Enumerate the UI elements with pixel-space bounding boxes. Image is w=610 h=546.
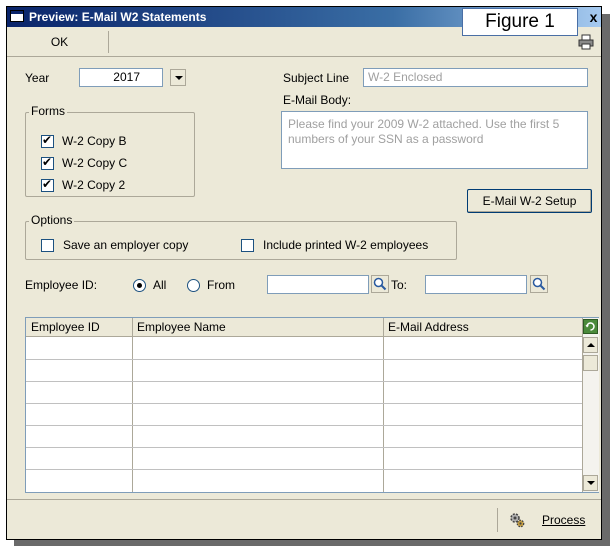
email-w2-setup-button[interactable]: E-Mail W-2 Setup xyxy=(467,189,592,213)
checkbox-include-printed-label: Include printed W-2 employees xyxy=(263,238,429,252)
gear-icon xyxy=(510,513,525,528)
grid-col-email-address[interactable]: E-Mail Address xyxy=(388,320,469,334)
checkbox-w2-copy-b[interactable] xyxy=(41,134,54,148)
preview-window: Preview: E-Mail W2 Statements Figure 1 x… xyxy=(6,6,602,540)
ok-button[interactable]: OK xyxy=(11,31,109,53)
grid-header: Employee ID Employee Name E-Mail Address xyxy=(26,318,582,337)
grid-col-divider xyxy=(132,318,133,492)
employee-from-input[interactable] xyxy=(267,275,369,294)
checkbox-include-printed[interactable] xyxy=(241,239,254,252)
radio-from-label: From xyxy=(207,278,235,292)
table-row[interactable] xyxy=(26,469,582,470)
radio-from[interactable] xyxy=(187,279,200,292)
employee-grid[interactable]: Employee ID Employee Name E-Mail Address xyxy=(25,317,599,493)
employee-id-label: Employee ID: xyxy=(25,278,98,292)
checkbox-w2-copy-c[interactable] xyxy=(41,156,54,170)
scroll-up-icon[interactable] xyxy=(583,337,598,353)
close-icon[interactable]: x xyxy=(586,8,601,26)
process-button[interactable]: Process xyxy=(497,508,597,532)
table-row[interactable] xyxy=(26,381,582,382)
email-body-textarea[interactable]: Please find your 2009 W-2 attached. Use … xyxy=(281,111,588,169)
status-bar: Process xyxy=(7,499,601,539)
figure-label: Figure 1 xyxy=(462,8,578,36)
table-row[interactable] xyxy=(26,425,582,426)
forms-group-title: Forms xyxy=(29,104,67,118)
checkbox-w2-copy-b-label: W-2 Copy B xyxy=(62,134,127,148)
window-title: Preview: E-Mail W2 Statements xyxy=(29,10,207,24)
window-icon xyxy=(10,10,24,22)
radio-all[interactable] xyxy=(133,279,146,292)
from-lookup-icon[interactable] xyxy=(371,275,389,293)
checkbox-w2-copy-2-label: W-2 Copy 2 xyxy=(62,178,126,192)
to-label: To: xyxy=(391,278,408,292)
checkbox-w2-copy-2[interactable] xyxy=(41,178,54,192)
checkbox-save-employer-copy-label: Save an employer copy xyxy=(63,238,189,252)
subject-line-input[interactable]: W-2 Enclosed xyxy=(363,68,588,87)
grid-col-employee-id[interactable]: Employee ID xyxy=(31,320,100,334)
email-body-label: E-Mail Body: xyxy=(283,93,352,107)
to-lookup-icon[interactable] xyxy=(530,275,548,293)
table-row[interactable] xyxy=(26,359,582,360)
scroll-down-icon[interactable] xyxy=(583,475,598,491)
year-label: Year xyxy=(25,71,50,85)
process-label: Process xyxy=(542,513,586,527)
grid-col-employee-name[interactable]: Employee Name xyxy=(137,320,226,334)
checkbox-w2-copy-c-label: W-2 Copy C xyxy=(62,156,128,170)
table-row[interactable] xyxy=(26,447,582,448)
employee-to-input[interactable] xyxy=(425,275,527,294)
radio-all-label: All xyxy=(153,278,167,292)
options-group-title: Options xyxy=(29,213,75,227)
subject-line-label: Subject Line xyxy=(283,71,350,85)
year-dropdown-icon[interactable] xyxy=(170,69,186,86)
grid-col-divider xyxy=(383,318,384,492)
scroll-thumb[interactable] xyxy=(583,355,598,371)
year-select[interactable]: 2017 xyxy=(79,68,163,87)
checkbox-save-employer-copy[interactable] xyxy=(41,239,54,252)
refresh-icon[interactable] xyxy=(583,319,598,334)
printer-icon[interactable] xyxy=(578,34,594,50)
year-value: 2017 xyxy=(113,70,140,84)
table-row[interactable] xyxy=(26,403,582,404)
